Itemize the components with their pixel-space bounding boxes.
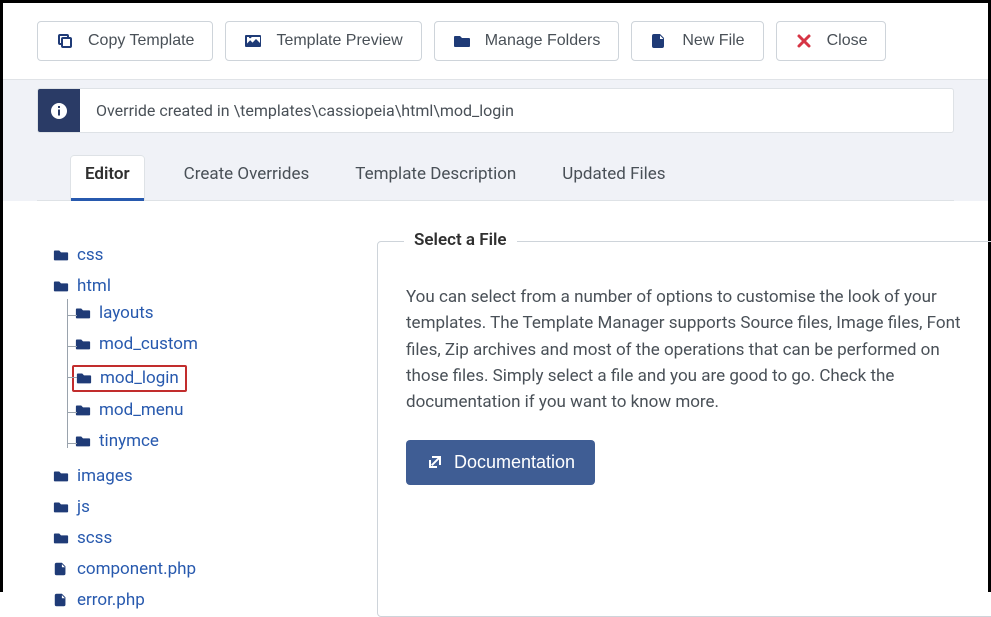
template-preview-button[interactable]: Template Preview xyxy=(225,21,421,61)
tab-label: Updated Files xyxy=(562,164,665,184)
folder-icon xyxy=(53,247,69,263)
file-icon xyxy=(53,561,69,577)
folder-html[interactable]: html xyxy=(53,276,111,296)
folder-icon xyxy=(53,278,69,294)
tree-label: mod_login xyxy=(100,368,179,388)
file-tree: css html layouts mod_custom mod_login mo… xyxy=(53,241,353,617)
tree-label: error.php xyxy=(77,590,145,610)
panel-legend: Select a File xyxy=(404,230,517,250)
tree-label: scss xyxy=(77,528,112,548)
tab-updated-files[interactable]: Updated Files xyxy=(556,156,671,201)
new-file-button[interactable]: New File xyxy=(631,21,763,61)
close-button[interactable]: Close xyxy=(776,21,887,61)
tree-label: css xyxy=(77,245,103,265)
documentation-button[interactable]: Documentation xyxy=(406,440,595,485)
folder-icon xyxy=(453,32,471,50)
tree-item: error.php xyxy=(53,586,353,617)
file-icon xyxy=(650,32,668,50)
panel-body-text: You can select from a number of options … xyxy=(406,284,967,416)
file-component-php[interactable]: component.php xyxy=(53,559,196,579)
file-error-php[interactable]: error.php xyxy=(53,590,145,610)
tree-item: html layouts mod_custom mod_login mod_me… xyxy=(53,272,353,462)
tree-item: mod_login xyxy=(75,361,353,396)
tree-label: mod_menu xyxy=(99,400,184,420)
folder-mod-custom[interactable]: mod_custom xyxy=(75,334,198,354)
tab-label: Create Overrides xyxy=(184,164,310,184)
content-area: css html layouts mod_custom mod_login mo… xyxy=(3,201,988,617)
folder-icon xyxy=(75,402,91,418)
button-label: Manage Folders xyxy=(485,32,601,50)
button-label: Close xyxy=(827,32,868,50)
tab-create-overrides[interactable]: Create Overrides xyxy=(178,156,316,201)
tree-item: tinymce xyxy=(75,427,353,458)
folder-layouts[interactable]: layouts xyxy=(75,303,154,323)
tree-label: images xyxy=(77,466,133,486)
folder-icon xyxy=(53,530,69,546)
folder-icon xyxy=(53,499,69,515)
tree-label: layouts xyxy=(99,303,154,323)
folder-images[interactable]: images xyxy=(53,466,133,486)
image-icon xyxy=(244,32,262,50)
button-label: Copy Template xyxy=(88,32,194,50)
copy-template-button[interactable]: Copy Template xyxy=(37,21,213,61)
button-label: New File xyxy=(682,32,744,50)
tree-item: images xyxy=(53,462,353,493)
tab-label: Template Description xyxy=(355,164,516,184)
tree-item: scss xyxy=(53,524,353,555)
tree-label: mod_custom xyxy=(99,334,198,354)
folder-mod-menu[interactable]: mod_menu xyxy=(75,400,184,420)
folder-icon xyxy=(75,305,91,321)
alert-message: Override created in \templates\cassiopei… xyxy=(80,89,530,132)
tree-label: html xyxy=(77,276,111,296)
tabs: Editor Create Overrides Template Descrip… xyxy=(37,133,954,201)
file-icon xyxy=(53,592,69,608)
tree-item: css xyxy=(53,241,353,272)
alert-area: Override created in \templates\cassiopei… xyxy=(3,80,988,201)
tree-item: mod_menu xyxy=(75,396,353,427)
tree-item: layouts xyxy=(75,299,353,330)
info-icon xyxy=(38,89,80,132)
button-label: Template Preview xyxy=(276,32,402,50)
tab-editor[interactable]: Editor xyxy=(71,156,144,201)
tree-label: js xyxy=(77,497,90,517)
tree-label: component.php xyxy=(77,559,196,579)
folder-tinymce[interactable]: tinymce xyxy=(75,431,159,451)
folder-scss[interactable]: scss xyxy=(53,528,112,548)
folder-icon xyxy=(76,370,92,386)
folder-icon xyxy=(53,468,69,484)
copy-icon xyxy=(56,32,74,50)
folder-icon xyxy=(75,336,91,352)
tree-item: js xyxy=(53,493,353,524)
info-alert: Override created in \templates\cassiopei… xyxy=(37,88,954,133)
external-link-icon xyxy=(426,453,444,471)
tree-item: component.php xyxy=(53,555,353,586)
toolbar: Copy Template Template Preview Manage Fo… xyxy=(3,3,988,80)
tree-item: mod_custom xyxy=(75,330,353,361)
tab-template-description[interactable]: Template Description xyxy=(349,156,522,201)
tab-label: Editor xyxy=(85,164,130,184)
select-file-panel: Select a File You can select from a numb… xyxy=(377,241,991,617)
tree-label: tinymce xyxy=(99,431,159,451)
manage-folders-button[interactable]: Manage Folders xyxy=(434,21,620,61)
folder-js[interactable]: js xyxy=(53,497,90,517)
folder-icon xyxy=(75,433,91,449)
folder-css[interactable]: css xyxy=(53,245,103,265)
close-icon xyxy=(795,32,813,50)
button-label: Documentation xyxy=(454,452,575,473)
folder-mod-login[interactable]: mod_login xyxy=(72,365,187,392)
